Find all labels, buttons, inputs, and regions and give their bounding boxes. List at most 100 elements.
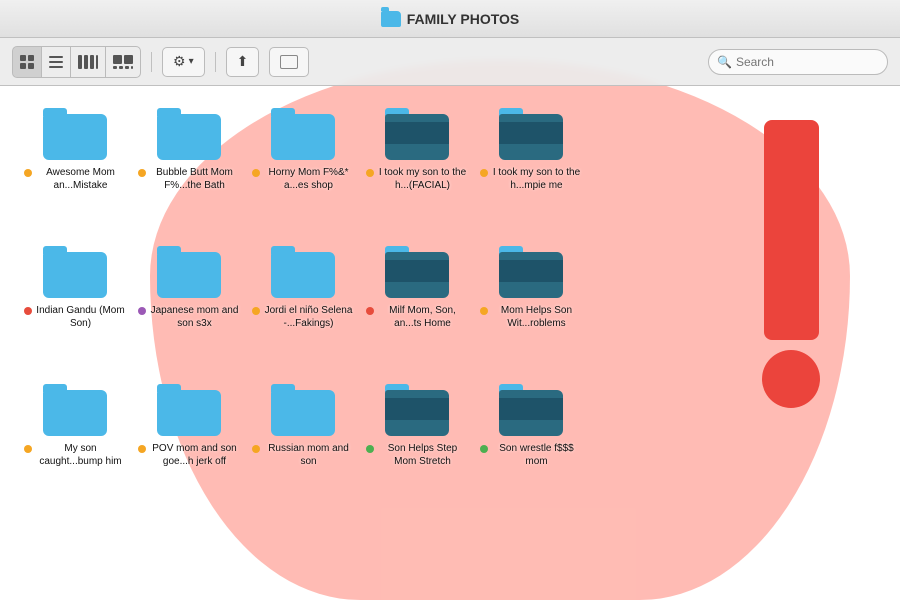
folder-item-7[interactable]: Indian Gandu (Mom Son) <box>20 240 130 370</box>
folder-item-9[interactable]: Jordi el niño Selena -...Fakings) <box>248 240 358 370</box>
folder-icon-9 <box>271 246 335 298</box>
folder-label-13: My son caught...bump him <box>35 442 126 468</box>
folder-item-3[interactable]: Horny Mom F%&* a...es shop <box>248 102 358 232</box>
grid-icon <box>19 54 35 70</box>
folder-body <box>385 390 449 436</box>
folder-body <box>385 252 449 298</box>
folder-label-row: Son wrestle f$$$ mom <box>480 442 582 468</box>
folder-icon-10 <box>385 246 449 298</box>
folder-item-12 <box>590 240 700 370</box>
folder-label-row: I took my son to the h...(FACIAL) <box>366 166 468 192</box>
folder-body <box>271 390 335 436</box>
folder-label-row: Horny Mom F%&* a...es shop <box>252 166 354 192</box>
window-title-text: FAMILY PHOTOS <box>407 11 520 27</box>
content-area: Awesome Mom an...Mistake Bubble Butt Mom … <box>0 86 900 600</box>
folder-item-4[interactable]: I took my son to the h...(FACIAL) <box>362 102 472 232</box>
folder-label-row: I took my son to the h...mpie me <box>480 166 582 192</box>
folder-label-row: Jordi el niño Selena -...Fakings) <box>252 304 354 330</box>
folder-dot <box>24 307 32 315</box>
gear-icon: ⚙ <box>173 53 186 70</box>
folder-label-row: Milf Mom, Son, an...ts Home <box>366 304 468 330</box>
folder-label-4: I took my son to the h...(FACIAL) <box>377 166 468 192</box>
finder-window: FAMILY PHOTOS <box>0 0 900 600</box>
folder-item-2[interactable]: Bubble Butt Mom F%...the Bath <box>134 102 244 232</box>
folder-body <box>385 114 449 160</box>
share-button[interactable]: ⬆ <box>226 47 260 77</box>
columns-icon <box>77 54 99 70</box>
folder-item-18 <box>590 378 700 508</box>
folder-item-16[interactable]: Son Helps Step Mom Stretch <box>362 378 472 508</box>
folder-body <box>157 390 221 436</box>
folder-icon-7 <box>43 246 107 298</box>
folder-item-13[interactable]: My son caught...bump him <box>20 378 130 508</box>
tag-icon <box>280 55 298 69</box>
folder-dot <box>366 445 374 453</box>
folder-icon-17 <box>499 384 563 436</box>
share-icon: ⬆ <box>237 53 249 70</box>
folder-icon-11 <box>499 246 563 298</box>
folder-icon-2 <box>157 108 221 160</box>
folder-item-17[interactable]: Son wrestle f$$$ mom <box>476 378 586 508</box>
list-icon <box>48 54 64 70</box>
folder-label-14: POV mom and son goe...h jerk off <box>149 442 240 468</box>
folder-dot <box>138 307 146 315</box>
search-icon: 🔍 <box>717 55 732 69</box>
search-input[interactable] <box>736 55 879 69</box>
folder-dot <box>252 307 260 315</box>
folder-dot <box>138 445 146 453</box>
folder-body <box>43 390 107 436</box>
folder-body <box>499 390 563 436</box>
folder-dot <box>366 169 374 177</box>
folder-item-10[interactable]: Milf Mom, Son, an...ts Home <box>362 240 472 370</box>
view-columns-button[interactable] <box>71 47 106 77</box>
folder-dot <box>366 307 374 315</box>
folder-icon-15 <box>271 384 335 436</box>
folder-dot <box>138 169 146 177</box>
folder-label-row: Mom Helps Son Wit...roblems <box>480 304 582 330</box>
folder-dot <box>480 169 488 177</box>
search-box[interactable]: 🔍 <box>708 49 888 75</box>
folder-label-9: Jordi el niño Selena -...Fakings) <box>263 304 354 330</box>
folder-item-14[interactable]: POV mom and son goe...h jerk off <box>134 378 244 508</box>
folder-item-8[interactable]: Japanese mom and son s3x <box>134 240 244 370</box>
gear-chevron: ▾ <box>189 56 194 67</box>
separator-2 <box>215 52 216 72</box>
folder-icon-3 <box>271 108 335 160</box>
folder-label-row: Awesome Mom an...Mistake <box>24 166 126 192</box>
folder-icon-8 <box>157 246 221 298</box>
folder-icon-16 <box>385 384 449 436</box>
view-list-button[interactable] <box>42 47 71 77</box>
folder-dot <box>252 169 260 177</box>
titlebar: FAMILY PHOTOS <box>0 0 900 38</box>
folder-body <box>157 114 221 160</box>
view-gallery-button[interactable] <box>106 47 140 77</box>
folder-label-row: Son Helps Step Mom Stretch <box>366 442 468 468</box>
folder-item-11[interactable]: Mom Helps Son Wit...roblems <box>476 240 586 370</box>
folder-body <box>271 114 335 160</box>
folder-dot <box>24 169 32 177</box>
folder-item-1[interactable]: Awesome Mom an...Mistake <box>20 102 130 232</box>
folder-label-8: Japanese mom and son s3x <box>149 304 240 330</box>
folder-body <box>43 252 107 298</box>
view-grid-button[interactable] <box>13 47 42 77</box>
folder-label-5: I took my son to the h...mpie me <box>491 166 582 192</box>
folder-grid: Awesome Mom an...Mistake Bubble Butt Mom … <box>20 102 880 508</box>
view-button-group <box>12 46 141 78</box>
folder-item-6 <box>590 102 700 232</box>
folder-label-15: Russian mom and son <box>263 442 354 468</box>
tag-button[interactable] <box>269 47 309 77</box>
folder-label-row: Russian mom and son <box>252 442 354 468</box>
folder-dot <box>480 307 488 315</box>
folder-body <box>43 114 107 160</box>
folder-label-row: POV mom and son goe...h jerk off <box>138 442 240 468</box>
folder-body <box>271 252 335 298</box>
folder-icon-5 <box>499 108 563 160</box>
folder-body <box>499 252 563 298</box>
folder-dot <box>24 445 32 453</box>
folder-item-15[interactable]: Russian mom and son <box>248 378 358 508</box>
folder-label-11: Mom Helps Son Wit...roblems <box>491 304 582 330</box>
folder-item-5[interactable]: I took my son to the h...mpie me <box>476 102 586 232</box>
settings-button[interactable]: ⚙ ▾ <box>162 47 205 77</box>
folder-label-10: Milf Mom, Son, an...ts Home <box>377 304 468 330</box>
folder-label-row: My son caught...bump him <box>24 442 126 468</box>
